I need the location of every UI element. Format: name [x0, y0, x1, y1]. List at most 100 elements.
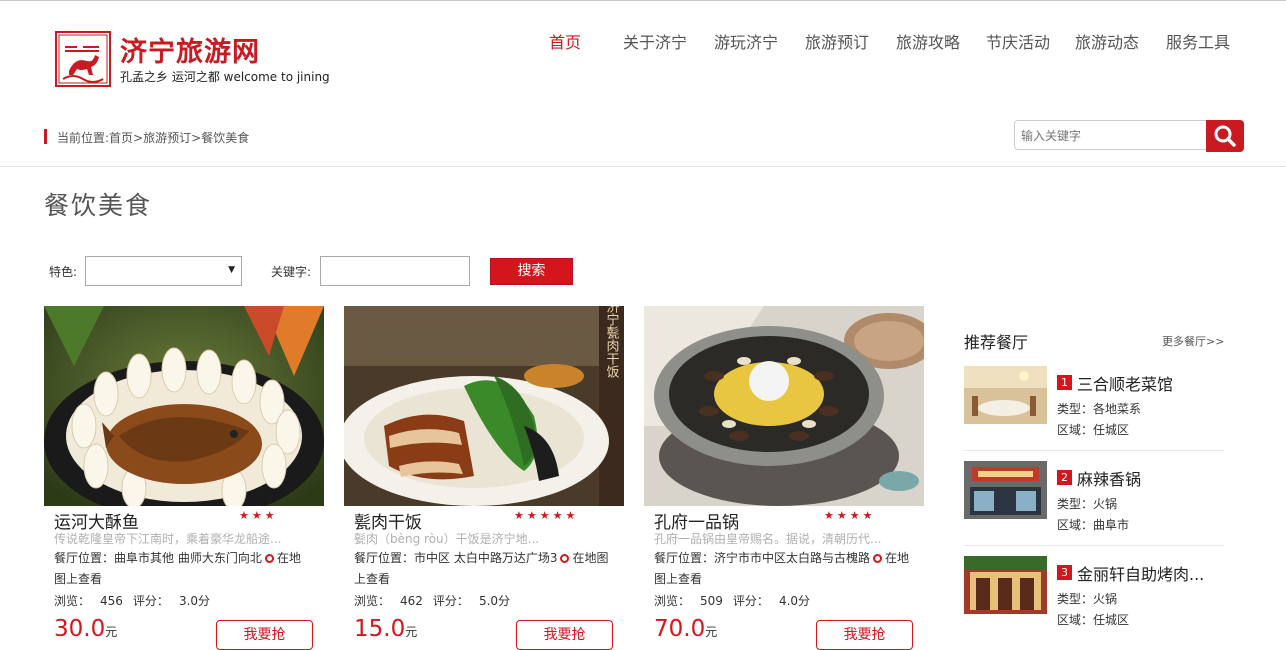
food-stats: 浏览： 462 评分： 5.0分 — [354, 592, 520, 609]
restaurant-address: 餐厅位置：市中区 太白中路万达广场3 在地图上查看 — [354, 548, 616, 590]
feature-select[interactable]: ▼ — [85, 256, 242, 286]
rank-badge: 1 — [1057, 375, 1072, 390]
nav-booking[interactable]: 旅游预订 — [805, 29, 869, 53]
price-currency: 元 — [405, 625, 418, 639]
rating-stars-icon: ★★★★ — [824, 509, 876, 522]
food-description: 甏肉（bèng ròu）干饭是济宁地... — [354, 532, 540, 546]
recommended-restaurant: 2 麻辣香锅 类型：火锅 区域：曲阜市 — [964, 461, 1224, 541]
food-image-confucius-pot[interactable] — [644, 306, 924, 506]
site-title[interactable]: 济宁旅游网 — [120, 30, 260, 69]
view-on-map-link[interactable]: 在地图 — [572, 551, 608, 565]
site-search-button[interactable] — [1206, 120, 1244, 152]
price-currency: 元 — [705, 625, 718, 639]
food-image-braised-pork-rice[interactable]: 正宗济宁甏肉干饭 — [344, 306, 624, 506]
address-text: 餐厅位置：济宁市市中区太白路与古槐路 — [654, 551, 871, 565]
score-label: 评分： — [432, 594, 469, 608]
filter-search-button[interactable]: 搜索 — [490, 258, 573, 285]
header-divider — [0, 166, 1286, 167]
restaurant-thumbnail[interactable] — [964, 461, 1047, 519]
breadcrumb-prefix: 当前位置: — [57, 131, 110, 145]
grab-deal-button[interactable]: 我要抢 — [216, 620, 313, 650]
views-label: 浏览： — [54, 594, 91, 608]
restaurant-name[interactable]: 三合顺老菜馆 — [1077, 371, 1173, 395]
divider — [964, 545, 1224, 546]
view-on-map-link[interactable]: 上查看 — [354, 572, 390, 586]
map-pin-icon[interactable] — [560, 554, 570, 563]
score-label: 评分： — [732, 594, 769, 608]
keyword-input[interactable] — [320, 256, 470, 286]
view-on-map-link[interactable]: 在地 — [277, 551, 301, 565]
rating-stars-icon: ★★★ — [239, 509, 278, 522]
logo-seal-icon[interactable] — [55, 31, 111, 87]
breadcrumb-separator: > — [133, 131, 144, 145]
top-border — [0, 0, 1286, 1]
keyword-label: 关键字: — [271, 265, 312, 279]
breadcrumb-booking[interactable]: 旅游预订 — [143, 131, 191, 145]
grab-deal-button[interactable]: 我要抢 — [816, 620, 913, 650]
dropdown-arrow-icon: ▼ — [228, 265, 235, 275]
views-label: 浏览： — [354, 594, 391, 608]
price: 30.0元 — [54, 616, 117, 642]
breadcrumb-separator: > — [191, 131, 202, 145]
nav-tools[interactable]: 服务工具 — [1166, 29, 1230, 53]
nav-home[interactable]: 首页 — [549, 29, 581, 53]
recommended-restaurant: 1 三合顺老菜馆 类型：各地菜系 区域：任城区 — [964, 366, 1224, 446]
nav-festivals[interactable]: 节庆活动 — [986, 29, 1050, 53]
restaurant-address: 餐厅位置：济宁市市中区太白路与古槐路 在地图上查看 — [654, 548, 916, 590]
restaurant-thumbnail[interactable] — [964, 366, 1047, 424]
restaurant-area: 区域：曲阜市 — [1057, 518, 1130, 532]
restaurant-name[interactable]: 麻辣香锅 — [1077, 466, 1141, 490]
nav-play-jining[interactable]: 游玩济宁 — [714, 29, 778, 53]
address-text: 餐厅位置：曲阜市其他 曲师大东门向北 — [54, 551, 262, 565]
rank-badge: 3 — [1057, 565, 1072, 580]
nav-news[interactable]: 旅游动态 — [1075, 29, 1139, 53]
food-card: 孔府一品锅 ★★★★ 孔府一品锅由皇帝赐名。据说，清朝历代... 餐厅位置：济宁… — [644, 306, 924, 650]
svg-text:正宗济宁甏肉干饭: 正宗济宁甏肉干饭 — [604, 306, 620, 378]
address-text: 餐厅位置：市中区 太白中路万达广场3 — [354, 551, 558, 565]
price: 70.0元 — [654, 616, 717, 642]
restaurant-name[interactable]: 金丽轩自助烤肉... — [1077, 561, 1204, 585]
view-on-map-link[interactable]: 图上查看 — [54, 572, 102, 586]
restaurant-area: 区域：任城区 — [1057, 613, 1130, 627]
food-image-canal-fish[interactable] — [44, 306, 324, 506]
rating-stars-icon: ★★★★★ — [514, 509, 579, 522]
views-count: 509 — [700, 594, 723, 608]
views-count: 456 — [100, 594, 123, 608]
view-on-map-link[interactable]: 图上查看 — [654, 572, 702, 586]
view-on-map-link[interactable]: 在地 — [885, 551, 909, 565]
rank-badge: 2 — [1057, 470, 1072, 485]
score-value: 4.0分 — [778, 594, 811, 608]
restaurant-type: 类型：火锅 — [1057, 592, 1118, 606]
price: 15.0元 — [354, 616, 417, 642]
price-value: 30.0 — [54, 616, 106, 642]
restaurant-thumbnail[interactable] — [964, 556, 1047, 614]
breadcrumb-home[interactable]: 首页 — [109, 131, 133, 145]
site-slogan: 孔孟之乡 运河之都 welcome to jining — [120, 70, 330, 84]
food-card: 正宗济宁甏肉干饭 甏肉干饭 ★★★★★ 甏肉（bèng ròu）干饭是济宁地..… — [344, 306, 624, 650]
breadcrumb: 当前位置:首页>旅游预订>餐饮美食 — [57, 129, 249, 146]
restaurant-area: 区域：任城区 — [1057, 423, 1130, 437]
food-stats: 浏览： 509 评分： 4.0分 — [654, 592, 820, 609]
grab-deal-button[interactable]: 我要抢 — [516, 620, 613, 650]
site-search — [1014, 120, 1206, 151]
restaurant-type: 类型：各地菜系 — [1057, 402, 1142, 416]
nav-about-jining[interactable]: 关于济宁 — [623, 29, 687, 53]
breadcrumb-current: 餐饮美食 — [201, 131, 250, 145]
recommended-restaurants-title: 推荐餐厅 — [964, 333, 1029, 352]
map-pin-icon[interactable] — [264, 554, 274, 563]
map-pin-icon[interactable] — [873, 554, 883, 563]
page-title: 餐饮美食 — [44, 191, 153, 220]
price-value: 70.0 — [654, 616, 706, 642]
score-value: 5.0分 — [478, 594, 511, 608]
more-restaurants-link[interactable]: 更多餐厅>> — [1162, 333, 1224, 349]
food-stats: 浏览： 456 评分： 3.0分 — [54, 592, 220, 609]
food-card: 运河大酥鱼 ★★★ 传说乾隆皇帝下江南时，乘着豪华龙船途... 餐厅位置：曲阜市… — [44, 306, 324, 650]
food-description: 传说乾隆皇帝下江南时，乘着豪华龙船途... — [54, 532, 282, 546]
recommended-restaurant: 3 金丽轩自助烤肉... 类型：火锅 区域：任城区 — [964, 556, 1224, 636]
search-icon — [1214, 125, 1236, 147]
site-search-input[interactable] — [1019, 121, 1203, 151]
price-value: 15.0 — [354, 616, 406, 642]
score-value: 3.0分 — [178, 594, 211, 608]
food-description: 孔府一品锅由皇帝赐名。据说，清朝历代... — [654, 532, 882, 546]
nav-guides[interactable]: 旅游攻略 — [896, 29, 960, 53]
